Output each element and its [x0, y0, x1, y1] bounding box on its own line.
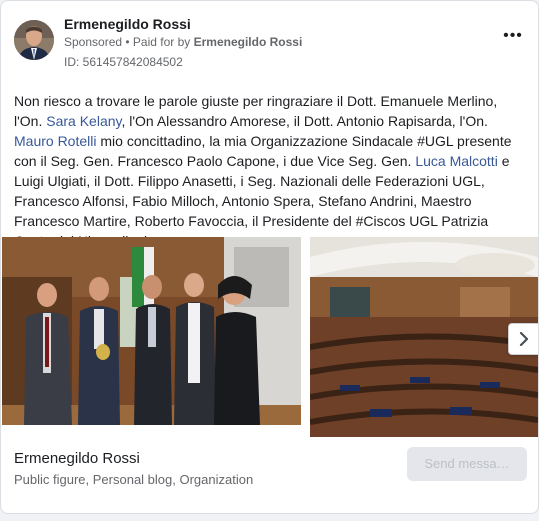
- more-options-icon[interactable]: •••: [501, 28, 525, 44]
- text-segment: , l'On Alessandro Amorese, il Dott. Anto…: [121, 113, 488, 129]
- mention-link[interactable]: Sara Kelany: [46, 113, 121, 129]
- footer-categories: Public figure, Personal blog, Organizati…: [14, 472, 254, 487]
- ad-card: Ermenegildo Rossi Sponsored • Paid for b…: [0, 0, 539, 514]
- carousel-image-group-photo[interactable]: [2, 237, 301, 425]
- group-photo-illustration: [2, 237, 301, 425]
- author-name[interactable]: Ermenegildo Rossi: [64, 16, 191, 32]
- footer-page-name[interactable]: Ermenegildo Rossi: [14, 450, 140, 467]
- sponsored-label: Sponsored: [64, 35, 123, 49]
- avatar[interactable]: [14, 20, 54, 60]
- avatar-photo: [14, 20, 54, 60]
- chevron-right-glyph: [519, 332, 529, 346]
- mention-link[interactable]: Mauro Rotelli: [14, 133, 96, 149]
- carousel: [1, 237, 538, 439]
- post-header: Ermenegildo Rossi Sponsored • Paid for b…: [14, 14, 525, 70]
- sponsored-line: Sponsored • Paid for by Ermenegildo Ross…: [64, 35, 302, 49]
- carousel-image-chamber[interactable]: [310, 237, 538, 437]
- send-message-button[interactable]: Send messa…: [407, 447, 527, 481]
- mention-link[interactable]: Luca Malcotti: [415, 153, 497, 169]
- post-text: Non riesco a trovare le parole giuste pe…: [14, 91, 526, 251]
- chevron-right-icon[interactable]: [508, 323, 538, 355]
- chamber-photo-illustration: [310, 237, 538, 437]
- paid-for-name: Ermenegildo Rossi: [193, 35, 303, 49]
- ad-id: ID: 561457842084502: [64, 55, 183, 69]
- paid-for-prefix: • Paid for by: [122, 35, 194, 49]
